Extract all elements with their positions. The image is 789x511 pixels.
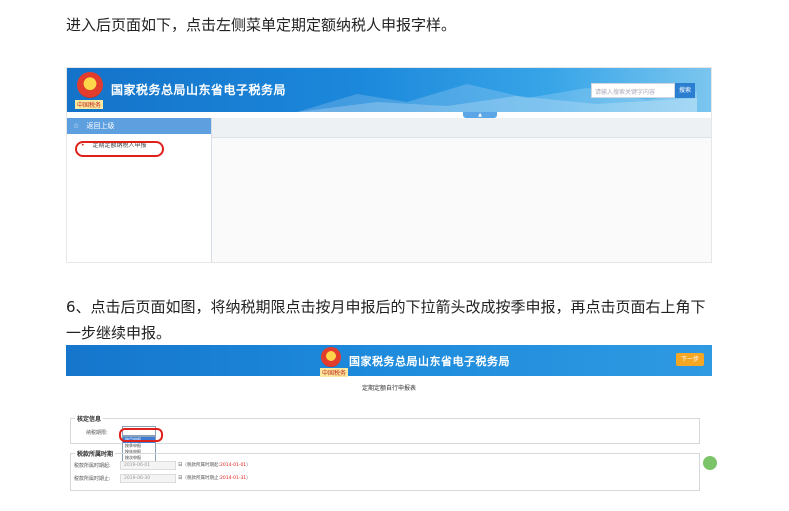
note-text: 日（税款所属时期止: [178, 476, 221, 481]
section-legend: 核定信息 [75, 414, 104, 423]
next-step-button[interactable]: 下一步 [676, 353, 704, 366]
note-date: 2014-01-01 [220, 463, 247, 468]
highlight-circle [75, 141, 164, 157]
note-date: 2014-01-31 [220, 476, 247, 481]
tax-emblem-icon [321, 347, 341, 367]
site-banner: 中国税务 国家税务总局山东省电子税务局 请输入搜索关键字内容 搜索 [67, 68, 711, 112]
search-input[interactable]: 请输入搜索关键字内容 [591, 83, 675, 98]
tax-emblem-icon [77, 72, 103, 98]
site-title: 国家税务总局山东省电子税务局 [111, 83, 287, 97]
emblem-caption: 中国税务 [75, 100, 104, 109]
period-start-input[interactable]: 2019-06-01 [120, 461, 176, 470]
period-end-input[interactable]: 2019-06-30 [120, 474, 176, 483]
period-start-note: 日（税款所属时期起:2014-01-01） [178, 462, 251, 468]
sidebar: ☆ 返回上级 • 定期定额纳税人申报 [67, 118, 212, 262]
site-title: 国家税务总局山东省电子税务局 [349, 355, 510, 368]
instruction-paragraph-2: 6、点击后页面如图，将纳税期限点击按月申报后的下拉箭头改成按季申报，再点击页面右… [66, 298, 706, 342]
instruction-paragraph-1: 进入后页面如下，点击左侧菜单定期定额纳税人申报字样。 [66, 16, 457, 34]
search-button[interactable]: 搜索 [675, 83, 695, 98]
chat-bubble-icon[interactable] [703, 456, 717, 470]
note-text: 日（税款所属时期起: [178, 463, 221, 468]
period-end-label: 税款所属时期止: [74, 476, 111, 482]
sidebar-back-link[interactable]: ☆ 返回上级 [67, 118, 211, 134]
sidebar-back-label: 返回上级 [86, 122, 115, 130]
star-icon: ☆ [73, 122, 80, 130]
screenshot-declaration-form: 中国税务 国家税务总局山东省电子税务局 下一步 定期定额自行申报表 核定信息 纳… [66, 345, 712, 493]
screenshot-tax-portal-menu: 中国税务 国家税务总局山东省电子税务局 请输入搜索关键字内容 搜索 ▲ ☆ 返回… [66, 67, 712, 263]
section-legend: 税款所属时期 [75, 449, 116, 458]
assessment-info-section: 核定信息 [70, 414, 700, 444]
tax-period-section: 税款所属时期 [70, 449, 700, 491]
site-banner: 中国税务 国家税务总局山东省电子税务局 下一步 [66, 345, 712, 377]
content-toolbar [212, 118, 711, 138]
form-title: 定期定额自行申报表 [361, 385, 416, 392]
tax-period-label: 纳税期限: [86, 430, 108, 436]
highlight-circle [119, 428, 163, 442]
main-content-area [212, 118, 711, 262]
period-end-note: 日（税款所属时期止:2014-01-31） [178, 475, 251, 481]
period-start-label: 税款所属时期起: [74, 463, 111, 469]
note-close: ） [246, 476, 251, 481]
note-close: ） [246, 463, 251, 468]
emblem-caption: 中国税务 [320, 368, 349, 377]
